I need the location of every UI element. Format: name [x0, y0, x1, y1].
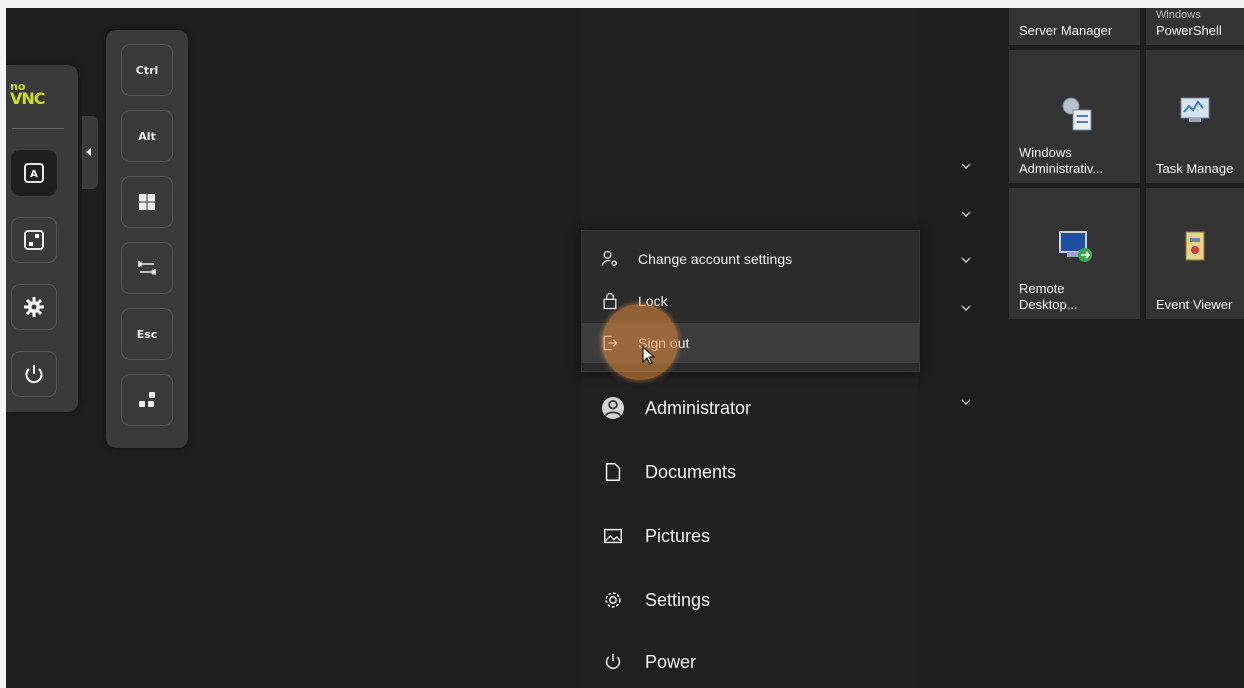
dots-icon [139, 392, 155, 407]
lock-icon [603, 292, 617, 310]
tile-task-manager[interactable]: Task Manage [1146, 50, 1244, 183]
gear-icon [605, 592, 621, 608]
settings-button[interactable] [11, 284, 57, 330]
divider [12, 128, 64, 129]
tab-key-icon [137, 261, 157, 275]
fullscreen-icon [24, 230, 44, 250]
event-viewer-icon [1185, 231, 1205, 261]
start-item-label: Pictures [645, 525, 711, 546]
tile-label: Event Viewer [1156, 297, 1233, 312]
start-item-pictures[interactable]: Pictures [581, 510, 919, 562]
tile-label: PowerShell [1156, 23, 1222, 38]
chevron-down-icon[interactable] [959, 252, 977, 270]
tile-label-top: Windows [1156, 9, 1201, 21]
tile-event-viewer[interactable]: Event Viewer [1146, 188, 1244, 319]
popup-item-label: Sign out [638, 335, 690, 351]
novnc-control-bar: no VNC A [6, 65, 78, 412]
change-account-settings-item[interactable]: Change account settings [582, 239, 919, 279]
novnc-logo: no VNC [10, 80, 46, 108]
sign-out-item[interactable]: Sign out [582, 323, 919, 363]
start-item-settings[interactable]: Settings [581, 574, 919, 626]
keyboard-button[interactable]: A [11, 150, 57, 196]
chevron-left-icon [86, 148, 91, 156]
tile-label-1: Windows [1019, 145, 1072, 160]
chevron-down-icon[interactable] [959, 394, 977, 412]
windows-key-button[interactable] [121, 176, 173, 228]
tile-label: Server Manager [1019, 23, 1113, 38]
tile-windows-powershell[interactable]: Windows PowerShell [1146, 8, 1244, 45]
svg-text:A: A [30, 169, 38, 180]
windows-key-icon [139, 194, 155, 210]
pictures-icon [604, 528, 622, 544]
tile-label-1: Remote [1019, 281, 1065, 296]
power-icon [605, 653, 621, 669]
start-item-label: Power [645, 651, 697, 672]
tile-windows-admin-tools[interactable]: Windows Administrativ... [1009, 50, 1140, 183]
power-icon [25, 365, 43, 384]
tile-label-2: Desktop... [1019, 297, 1078, 312]
tile-server-manager[interactable]: Server Manager [1009, 8, 1140, 45]
admin-tools-icon [1062, 97, 1091, 131]
start-item-power[interactable]: Power [581, 636, 919, 688]
task-manager-icon [1180, 97, 1210, 122]
start-item-label: Documents [645, 461, 737, 482]
gear-icon [24, 297, 44, 317]
chevron-down-icon[interactable] [959, 158, 977, 176]
user-avatar-icon [602, 397, 624, 419]
esc-key-button[interactable]: Esc [121, 308, 173, 360]
power-button[interactable] [11, 351, 57, 397]
tab-key-button[interactable] [121, 242, 173, 294]
account-settings-icon [601, 250, 617, 266]
start-item-administrator[interactable]: Administrator [581, 382, 919, 434]
tile-remote-desktop[interactable]: Remote Desktop... [1009, 188, 1140, 319]
document-icon [605, 463, 621, 481]
ctrl-key-button[interactable]: Ctrl [121, 44, 173, 96]
popup-item-label: Change account settings [638, 251, 793, 267]
lock-item[interactable]: Lock [582, 281, 919, 321]
remote-desktop-screen: Administrator Documents Pictures Setting… [6, 8, 1244, 688]
tile-label-2: Administrativ... [1019, 161, 1104, 176]
alt-key-button[interactable]: Alt [121, 110, 173, 162]
fullscreen-button[interactable] [11, 217, 57, 263]
account-menu-popup: Change account settings Lock Sign out [581, 230, 920, 372]
start-item-label: Administrator [645, 397, 752, 418]
toggle-extra-keys-button[interactable] [121, 374, 173, 426]
remote-desktop-icon [1058, 231, 1092, 262]
chevron-down-icon[interactable] [959, 300, 977, 318]
keyboard-a-icon: A [24, 163, 44, 183]
control-bar-handle[interactable] [82, 116, 98, 189]
popup-item-label: Lock [638, 293, 668, 309]
chevron-down-icon[interactable] [959, 206, 977, 224]
sign-out-icon [603, 335, 618, 351]
start-item-label: Settings [645, 589, 711, 610]
extra-keys-panel: Ctrl Alt Esc [106, 30, 188, 448]
tile-label: Task Manage [1156, 161, 1234, 176]
start-item-documents[interactable]: Documents [581, 446, 919, 498]
